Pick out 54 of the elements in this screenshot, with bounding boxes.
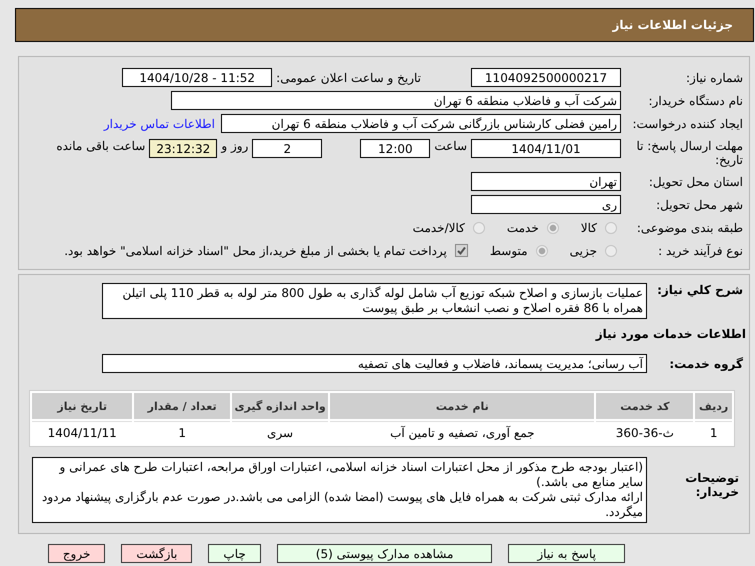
field-label: شرح کلي نياز: — [656, 283, 744, 297]
field-label: ساعت — [434, 139, 467, 153]
date-field: 1404/11/01 — [471, 139, 621, 158]
field-label: تاریخ و ساعت اعلان عمومی: — [276, 70, 421, 84]
time-field: 12:00 — [360, 139, 430, 158]
field-label: شماره نیاز: — [685, 70, 744, 84]
action-button[interactable]: بازگشت — [121, 544, 192, 563]
column-header: تعداد / مقدار — [134, 393, 230, 419]
field-label: نوع فرآیند خرید : — [657, 244, 744, 258]
radio-label: کالا/خدمت — [412, 220, 465, 234]
page-header: جزئیات اطلاعات نیاز — [15, 8, 754, 42]
radio-label: متوسط — [490, 244, 528, 258]
radio-label: کالا — [580, 220, 597, 234]
action-button[interactable]: خروج — [48, 544, 106, 563]
radio-label: جزیی — [570, 244, 597, 258]
section-title: اطلاعات خدمات مورد نياز — [594, 327, 747, 341]
radio-button[interactable] — [605, 244, 617, 256]
notes-textarea: (اعتبار بودجه طرح مذکور از محل اعتبارات اسناد خزانه اسلامی، اعتبارات اوراق مرابحه، اعتبارات طرح های عمرانی و سایر منابع می باشد.) ارائه مدارک ثبتی شرکت به همراه فایل های پیوست (امضا شده) الزامی می باشد.در صورت عدم بارگزاری پیشنهاد مردود میگردد. — [32, 457, 647, 523]
column-header: کد خدمت — [596, 393, 694, 419]
action-button[interactable]: چاپ — [208, 544, 261, 563]
need-number-field: 1104092500000217 — [471, 68, 621, 87]
field-label: شهر محل تحویل: — [655, 198, 744, 212]
field-label: گروه خدمت: — [668, 356, 744, 370]
field-label: روز و — [221, 139, 248, 153]
days-field: 2 — [252, 139, 322, 158]
requester-field: رامین فضلی کارشناس بازرگانی شرکت آب و فاضلاب منطقه 6 تهران — [221, 114, 621, 133]
action-button[interactable]: مشاهده مدارک پیوستی (5) — [276, 544, 492, 563]
field-label: توضیحات خریدار: — [684, 470, 740, 499]
radio-button[interactable] — [472, 222, 485, 234]
field-label: ایجاد کننده درخواست: — [631, 116, 744, 130]
announce-date-field: 1404/10/28 - 11:52 — [122, 68, 272, 87]
action-button[interactable]: پاسخ به نیاز — [508, 544, 625, 563]
field-label: طبقه بندی موضوعی: — [636, 220, 744, 234]
column-header: واحد اندازه گیری — [232, 393, 328, 419]
field-label: ساعت باقی مانده — [56, 139, 146, 153]
contact-link[interactable]: اطلاعات تماس خریدار — [104, 116, 215, 130]
province-field: تهران — [471, 172, 621, 191]
description-textarea: عملیات بازسازی و اصلاح شبکه توزیع آب شامل لوله گذاری به طول 800 متر لوله به قطر 110 پلی اتیلن همراه با 86 فقره اصلاح و نصب انشعاب بر طبق پیوست — [102, 283, 647, 319]
field-label: مهلت ارسال پاسخ: تا تاریخ: — [635, 139, 744, 167]
radio-button[interactable] — [536, 244, 548, 256]
buyer-field: شرکت آب و فاضلاب منطقه 6 تهران — [171, 91, 621, 110]
service-group-field: آب رسانی؛ مدیریت پسماند، فاضلاب و فعالیت های تصفیه — [102, 354, 647, 373]
field-label: استان محل تحویل: — [648, 174, 744, 188]
city-field: ری — [471, 195, 621, 214]
column-header: نام خدمت — [330, 393, 594, 419]
radio-button[interactable] — [605, 222, 617, 234]
column-header: ردیف — [695, 393, 732, 419]
remaining-time-field: 23:12:32 — [149, 139, 218, 158]
checkbox[interactable] — [454, 244, 468, 257]
column-header: تاریخ نیاز — [32, 393, 132, 419]
radio-button[interactable] — [546, 222, 559, 234]
radio-label: خدمت — [506, 220, 539, 234]
field-label: نام دستگاه خریدار: — [648, 94, 744, 108]
checkbox-label: پرداخت تمام یا بخشی از مبلغ خرید،از محل "اسناد خزانه اسلامی" خواهد بود. — [64, 244, 447, 258]
